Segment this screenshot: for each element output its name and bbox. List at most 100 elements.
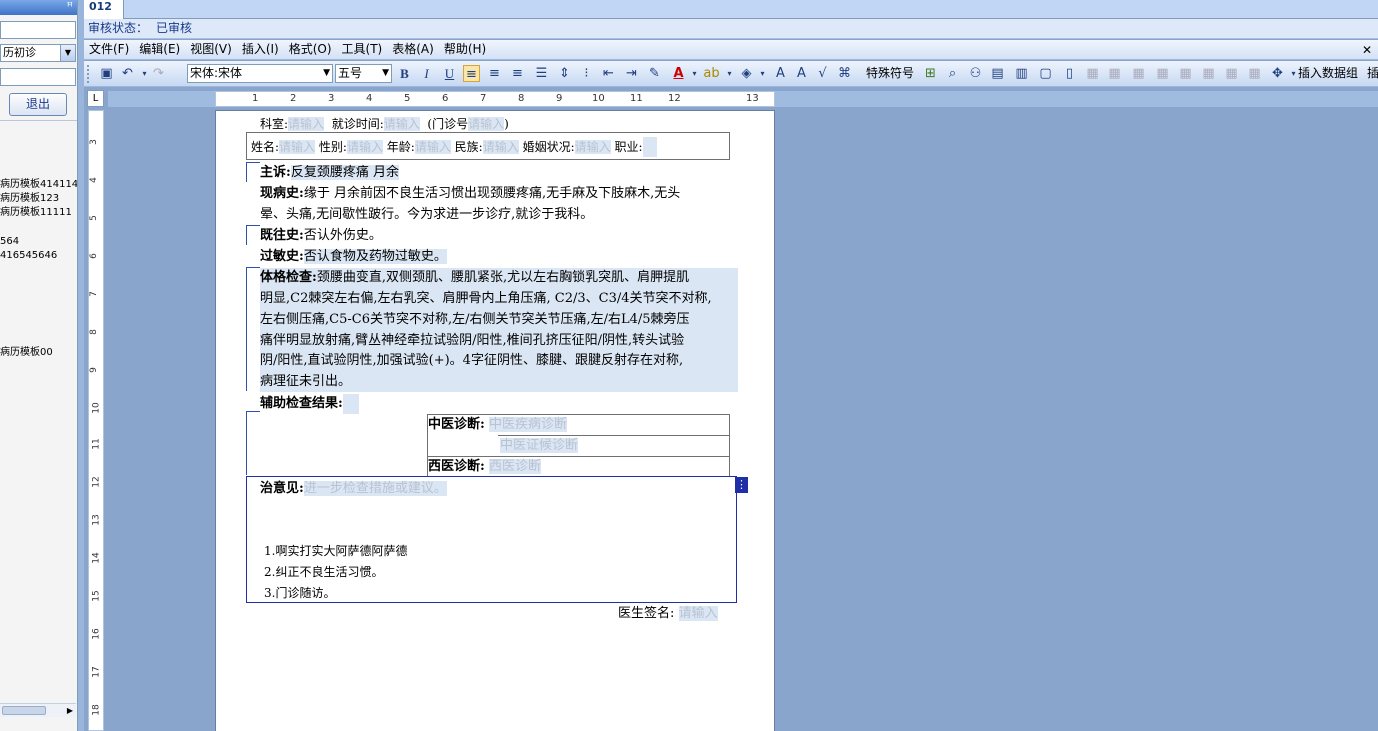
close-icon[interactable]: ✕ xyxy=(1362,41,1372,59)
menu-edit[interactable]: 编辑(E) xyxy=(134,40,185,59)
menu-format[interactable]: 格式(O) xyxy=(284,40,337,59)
line-spacing-icon[interactable]: ⇕ xyxy=(556,65,573,82)
vertical-ruler[interactable]: 3 4 5 6 7 8 9 10 11 12 13 14 15 16 17 18 xyxy=(88,110,104,731)
insert-data-group-button[interactable]: 插入数据组 xyxy=(1298,65,1358,82)
redo-icon[interactable]: ↷ xyxy=(150,65,167,82)
table-props-icon[interactable]: ▦ xyxy=(1246,65,1263,82)
panel-pin-icon[interactable]: ꟸ xyxy=(0,0,77,15)
age-field[interactable]: 请输入 xyxy=(414,140,451,154)
font-color-dropdown-icon[interactable]: ▾ xyxy=(686,65,703,82)
outpatient-field[interactable]: 请输入 xyxy=(468,117,505,131)
highlight-dropdown-icon[interactable]: ▾ xyxy=(721,65,738,82)
tree-item[interactable]: 病历模板414114 xyxy=(0,178,77,191)
job-field[interactable] xyxy=(642,137,657,157)
menu-tools[interactable]: 工具(T) xyxy=(337,40,388,59)
undo-icon[interactable]: ↶ xyxy=(119,65,136,82)
name-field[interactable]: 请输入 xyxy=(279,140,316,154)
align-right-icon[interactable]: ≡ xyxy=(509,65,526,82)
bold-icon[interactable]: B xyxy=(396,65,413,82)
insert-page-icon[interactable]: ▯ xyxy=(1061,65,1078,82)
table-border-icon[interactable]: ▦ xyxy=(1223,65,1240,82)
move-icon[interactable]: ✥ xyxy=(1269,65,1286,82)
formula-icon[interactable]: √ xyxy=(814,65,831,82)
horizontal-scrollbar[interactable]: ▶ xyxy=(0,703,76,717)
font-color-icon[interactable]: A xyxy=(670,65,687,82)
menu-insert[interactable]: 插入(I) xyxy=(237,40,284,59)
save-icon[interactable]: ▣ xyxy=(98,65,115,82)
font-shrink-icon[interactable]: A xyxy=(793,65,810,82)
tab-012[interactable]: 012 xyxy=(84,0,124,19)
insert-box-icon[interactable]: ▢ xyxy=(1037,65,1054,82)
insert-field-icon[interactable]: ⊞ xyxy=(922,65,939,82)
search-icon[interactable]: ⌕ xyxy=(944,65,961,82)
marital-field[interactable]: 请输入 xyxy=(574,140,611,154)
insert-button[interactable]: 插 xyxy=(1367,65,1378,82)
insert-chart-icon[interactable]: ▤ xyxy=(989,65,1006,82)
exam-line-1[interactable]: 体格检查:颈腰曲变直,双侧颈肌、腰肌紧张,尤以左右胸锁乳突肌、肩胛提肌 xyxy=(260,268,689,288)
panel-input-3[interactable] xyxy=(0,68,76,86)
special-symbol-button[interactable]: 特殊符号 xyxy=(866,65,914,82)
tab-stop-selector[interactable]: L xyxy=(87,90,104,107)
underline-icon[interactable]: U xyxy=(441,65,458,82)
doctor-signature[interactable]: 医生签名: 请输入 xyxy=(618,604,718,624)
increase-indent-icon[interactable]: ⇥ xyxy=(623,65,640,82)
toolbar-grip[interactable] xyxy=(87,65,90,83)
panel-splitter[interactable] xyxy=(78,0,84,731)
aux-field[interactable] xyxy=(342,394,359,414)
highlight-icon[interactable]: ab xyxy=(703,65,720,82)
ethnic-field[interactable]: 请输入 xyxy=(482,140,519,154)
special-symbol-icon[interactable]: ⌘ xyxy=(836,65,853,82)
menu-file[interactable]: 文件(F) xyxy=(84,40,134,59)
chevron-down-icon[interactable]: ▼ xyxy=(60,45,75,61)
bullet-list-icon[interactable]: ⁝ xyxy=(578,65,595,82)
tree-item[interactable]: 病历模板123 xyxy=(0,192,59,205)
table-insert-icon[interactable]: ▦ xyxy=(1084,65,1101,82)
tree-item[interactable]: 564 xyxy=(0,235,19,248)
advice-field[interactable]: 进一步检查措施或建议。 xyxy=(303,481,447,496)
table-delete-icon[interactable]: ▦ xyxy=(1106,65,1123,82)
tcm-syndrome-field[interactable]: 中医证候诊断 xyxy=(500,438,579,453)
chevron-right-icon[interactable]: ▶ xyxy=(67,704,73,717)
table-split-icon[interactable]: ▦ xyxy=(1154,65,1171,82)
sex-field[interactable]: 请输入 xyxy=(346,140,383,154)
menu-view[interactable]: 视图(V) xyxy=(185,40,237,59)
horizontal-ruler[interactable]: 1 2 3 4 5 6 7 8 9 10 11 12 13 xyxy=(215,91,775,107)
fill-dropdown-icon[interactable]: ▾ xyxy=(754,65,771,82)
tcm-disease-field[interactable]: 中医疾病诊断 xyxy=(488,417,567,432)
tree-item[interactable]: 病历模板00 xyxy=(0,346,53,359)
menu-help[interactable]: 帮助(H) xyxy=(439,40,491,59)
sign-field[interactable]: 请输入 xyxy=(678,606,718,621)
font-name-select[interactable]: 宋体:宋体 ▼ xyxy=(187,64,333,83)
font-grow-icon[interactable]: A xyxy=(772,65,789,82)
tree-item[interactable]: 416545646 xyxy=(0,249,57,262)
chief-complaint[interactable]: 主诉:反复颈腰疼痛 月余 xyxy=(260,163,399,183)
dept-field[interactable]: 请输入 xyxy=(288,117,325,131)
decrease-indent-icon[interactable]: ⇤ xyxy=(600,65,617,82)
table-col-icon[interactable]: ▦ xyxy=(1200,65,1217,82)
more-vertical-icon[interactable]: ⋮ xyxy=(735,477,748,493)
panel-combo[interactable]: 历初诊 ▼ xyxy=(0,44,76,62)
allergy-text[interactable]: 否认食物及药物过敏史。 xyxy=(303,249,447,264)
align-center-icon[interactable]: ≡ xyxy=(486,65,503,82)
table-row-icon[interactable]: ▦ xyxy=(1177,65,1194,82)
align-left-icon[interactable]: ≡ xyxy=(463,65,480,82)
font-size-select[interactable]: 五号 ▼ xyxy=(335,64,392,83)
scrollbar-thumb[interactable] xyxy=(2,706,46,715)
past-history[interactable]: 既往史:否认外伤史。 xyxy=(260,226,382,246)
wm-diagnosis-field[interactable]: 西医诊断 xyxy=(488,459,541,474)
menu-table[interactable]: 表格(A) xyxy=(387,40,439,59)
allergy-history[interactable]: 过敏史:否认食物及药物过敏史。 xyxy=(260,247,447,267)
fill-color-icon[interactable]: ◈ xyxy=(738,65,755,82)
visit-time-field[interactable]: 请输入 xyxy=(383,117,420,131)
aux-exam[interactable]: 辅助检查结果: xyxy=(260,394,359,414)
table-merge-icon[interactable]: ▦ xyxy=(1130,65,1147,82)
panel-input-1[interactable] xyxy=(0,21,76,39)
justify-icon[interactable]: ☰ xyxy=(533,65,550,82)
chief-text[interactable]: 反复颈腰疼痛 月余 xyxy=(290,165,399,180)
tree-item[interactable]: 病历模板11111 xyxy=(0,206,72,219)
treatment-advice[interactable]: 治意见:进一步检查措施或建议。 xyxy=(260,479,447,499)
insert-image-icon[interactable]: ▥ xyxy=(1013,65,1030,82)
italic-icon[interactable]: I xyxy=(418,65,435,82)
format-painter-icon[interactable]: ✎ xyxy=(646,65,663,82)
document-page[interactable]: 科室:请输入 就诊时间:请输入 (门诊号请输入) 姓名:请输入 性别:请输入 年… xyxy=(215,110,775,731)
